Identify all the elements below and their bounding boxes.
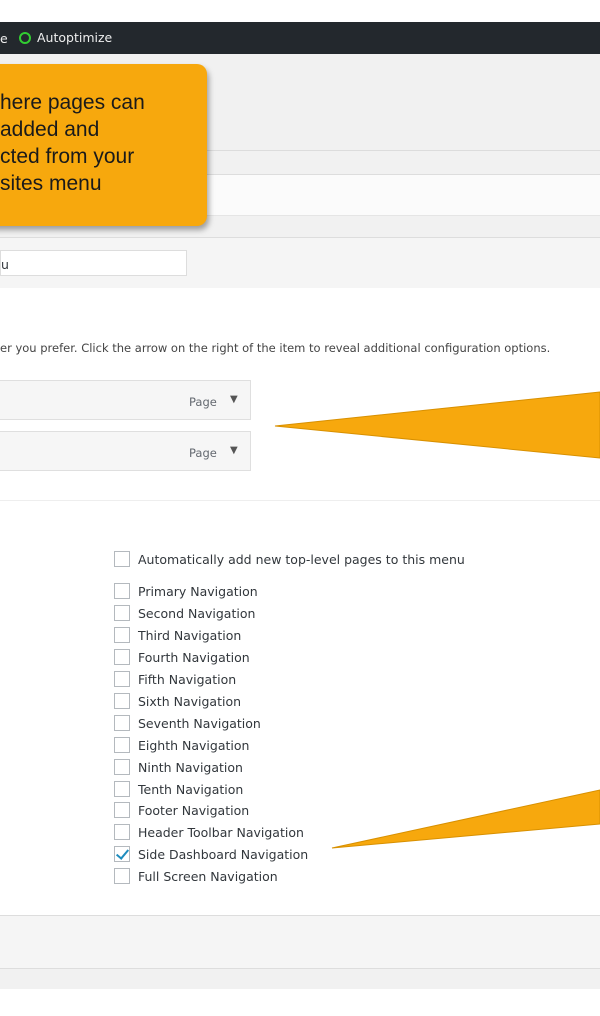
annotation-pointers: [274, 391, 600, 849]
menu-editor-screen: e Autoptimize er you prefer. Click the a…: [0, 0, 600, 1016]
annotation-pointer-to-menu-items: [274, 391, 600, 459]
annotation-pointer-to-side-dashboard: [331, 789, 600, 849]
